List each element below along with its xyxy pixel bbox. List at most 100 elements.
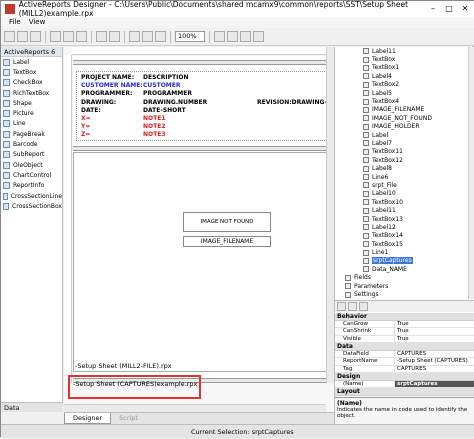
paste-icon[interactable]: [76, 31, 87, 42]
tree-node[interactable]: TextBox14: [335, 232, 474, 240]
cut-icon[interactable]: [50, 31, 61, 42]
data-tab[interactable]: Data: [1, 402, 63, 412]
tree-node[interactable]: Line6: [335, 173, 474, 181]
page-header-band[interactable]: [73, 60, 334, 65]
toolbox-item[interactable]: ReportInfo: [1, 181, 62, 191]
detail-band[interactable]: [73, 146, 334, 151]
report-field-row[interactable]: Z= NOTE3: [79, 131, 329, 139]
toolbox-item[interactable]: Label: [1, 57, 62, 67]
redo-icon[interactable]: [109, 31, 120, 42]
alphabetical-icon[interactable]: [348, 302, 357, 311]
property-row[interactable]: Visible True: [335, 335, 474, 343]
open-icon[interactable]: [17, 31, 28, 42]
property-value[interactable]: srptCaptures: [395, 380, 474, 387]
tree-node[interactable]: TextBox2: [335, 81, 474, 89]
tree-node[interactable]: Fields: [335, 274, 474, 282]
menu-file[interactable]: File: [9, 17, 21, 28]
new-icon[interactable]: [4, 31, 15, 42]
toolbox-item[interactable]: Picture: [1, 108, 62, 118]
save-icon[interactable]: [30, 31, 41, 42]
toolbox-item[interactable]: CrossSectionLine: [1, 191, 62, 201]
property-value[interactable]: -Setup Sheet (CAPTURES): [395, 358, 474, 365]
tree-node[interactable]: Settings: [335, 290, 474, 298]
tree-node[interactable]: TextBox4: [335, 97, 474, 105]
tree-node[interactable]: Label11: [335, 47, 474, 55]
report-field-row[interactable]: PROGRAMMER: PROGRAMMER: [79, 90, 329, 98]
property-row[interactable]: CanGrow True: [335, 320, 474, 328]
tab-script[interactable]: Script: [111, 413, 146, 424]
tree-node[interactable]: Label12: [335, 223, 474, 231]
toolbox-item[interactable]: Shape: [1, 98, 62, 108]
property-row[interactable]: DataField CAPTURES: [335, 350, 474, 358]
maximize-icon[interactable]: □: [441, 3, 457, 14]
tree-node[interactable]: Parameters: [335, 282, 474, 290]
report-field-row[interactable]: PROJECT NAME: DESCRIPTION: [79, 74, 329, 82]
tree-node[interactable]: srptCaptures: [335, 257, 474, 265]
copy-icon[interactable]: [63, 31, 74, 42]
tree-node[interactable]: TextBox11: [335, 148, 474, 156]
tree-scrollbar[interactable]: [468, 47, 474, 299]
tree-node[interactable]: Line1: [335, 248, 474, 256]
toolbox-item[interactable]: OleObject: [1, 160, 62, 170]
tree-node[interactable]: Data_NAME: [335, 265, 474, 273]
property-category[interactable]: Data: [335, 343, 474, 351]
report-field-row[interactable]: CUSTOMER NAME: CUSTOMER: [79, 82, 329, 90]
property-row[interactable]: (Name) srptCaptures: [335, 380, 474, 388]
tab-designer[interactable]: Designer: [64, 413, 112, 424]
toolbox-item[interactable]: CrossSectionBox: [1, 201, 62, 211]
tree-node[interactable]: TextBox15: [335, 240, 474, 248]
report-canvas[interactable]: PROJECT NAME: DESCRIPTION CUSTOMER NAME: CU…: [73, 56, 334, 383]
horizontal-scrollbar[interactable]: [64, 404, 326, 412]
zoom-select[interactable]: 100%: [175, 31, 205, 42]
report-field-row[interactable]: X= NOTE1: [79, 115, 329, 123]
align-right-icon[interactable]: [155, 31, 166, 42]
minimize-icon[interactable]: –: [425, 3, 441, 14]
property-category[interactable]: Behavior: [335, 313, 474, 321]
tree-node[interactable]: Label7: [335, 139, 474, 147]
toolbox-item[interactable]: ChartControl: [1, 170, 62, 180]
vertical-scrollbar[interactable]: [326, 47, 334, 383]
zoom-out-icon[interactable]: [227, 31, 238, 42]
property-category[interactable]: Design: [335, 373, 474, 381]
property-row[interactable]: CanShrink True: [335, 328, 474, 336]
image-not-found-box[interactable]: IMAGE NOT FOUND: [183, 212, 271, 232]
undo-icon[interactable]: [96, 31, 107, 42]
toolbox-item[interactable]: RichTextBox: [1, 88, 62, 98]
toolbox-item[interactable]: Barcode: [1, 139, 62, 149]
tree-node[interactable]: TextBox10: [335, 198, 474, 206]
toolbox-item[interactable]: CheckBox: [1, 78, 62, 88]
tree-node[interactable]: Label4: [335, 72, 474, 80]
preview-icon[interactable]: [253, 31, 264, 42]
zoom-in-icon[interactable]: [214, 31, 225, 42]
tree-node[interactable]: Label8: [335, 164, 474, 172]
report-field-row[interactable]: Y= NOTE2: [79, 123, 329, 131]
subreport-captures[interactable]: -Setup Sheet (CAPTURES)example.rpx: [73, 380, 197, 388]
tree-node[interactable]: IMAGE_HOLDER: [335, 123, 474, 131]
align-center-icon[interactable]: [142, 31, 153, 42]
tree-node[interactable]: Label11: [335, 206, 474, 214]
properties-icon[interactable]: [359, 302, 368, 311]
tree-node[interactable]: IMAGE_FILENAME: [335, 106, 474, 114]
image-filename-box[interactable]: IMAGE_FILENAME: [183, 236, 271, 247]
property-value[interactable]: True: [395, 336, 474, 343]
property-row[interactable]: Tag CAPTURES: [335, 365, 474, 373]
toolbox-item[interactable]: TextBox: [1, 67, 62, 77]
property-value[interactable]: True: [395, 321, 474, 328]
tree-node[interactable]: TextBox1: [335, 64, 474, 72]
menu-view[interactable]: View: [29, 17, 46, 28]
grid-icon[interactable]: [240, 31, 251, 42]
report-field-row[interactable]: DRAWING: DRAWING.NUMBER REVISION:DRAWING-F: [79, 99, 331, 107]
subreport-mill2-file[interactable]: -Setup Sheet (MILL2-FILE).rpx: [75, 362, 172, 370]
tree-node[interactable]: TextBox13: [335, 215, 474, 223]
toolbox-item[interactable]: PageBreak: [1, 129, 62, 139]
close-icon[interactable]: ✕: [457, 3, 473, 14]
categorized-icon[interactable]: [337, 302, 346, 311]
report-field-row[interactable]: DATE: DATE-SHORT: [79, 107, 329, 115]
property-value[interactable]: CAPTURES: [395, 366, 474, 373]
tree-node[interactable]: IMAGE_NOT_FOUND: [335, 114, 474, 122]
tree-node[interactable]: Label10: [335, 190, 474, 198]
tree-node[interactable]: Label5: [335, 89, 474, 97]
align-left-icon[interactable]: [129, 31, 140, 42]
tree-node[interactable]: srpt_File: [335, 181, 474, 189]
tree-node[interactable]: TextBox12: [335, 156, 474, 164]
